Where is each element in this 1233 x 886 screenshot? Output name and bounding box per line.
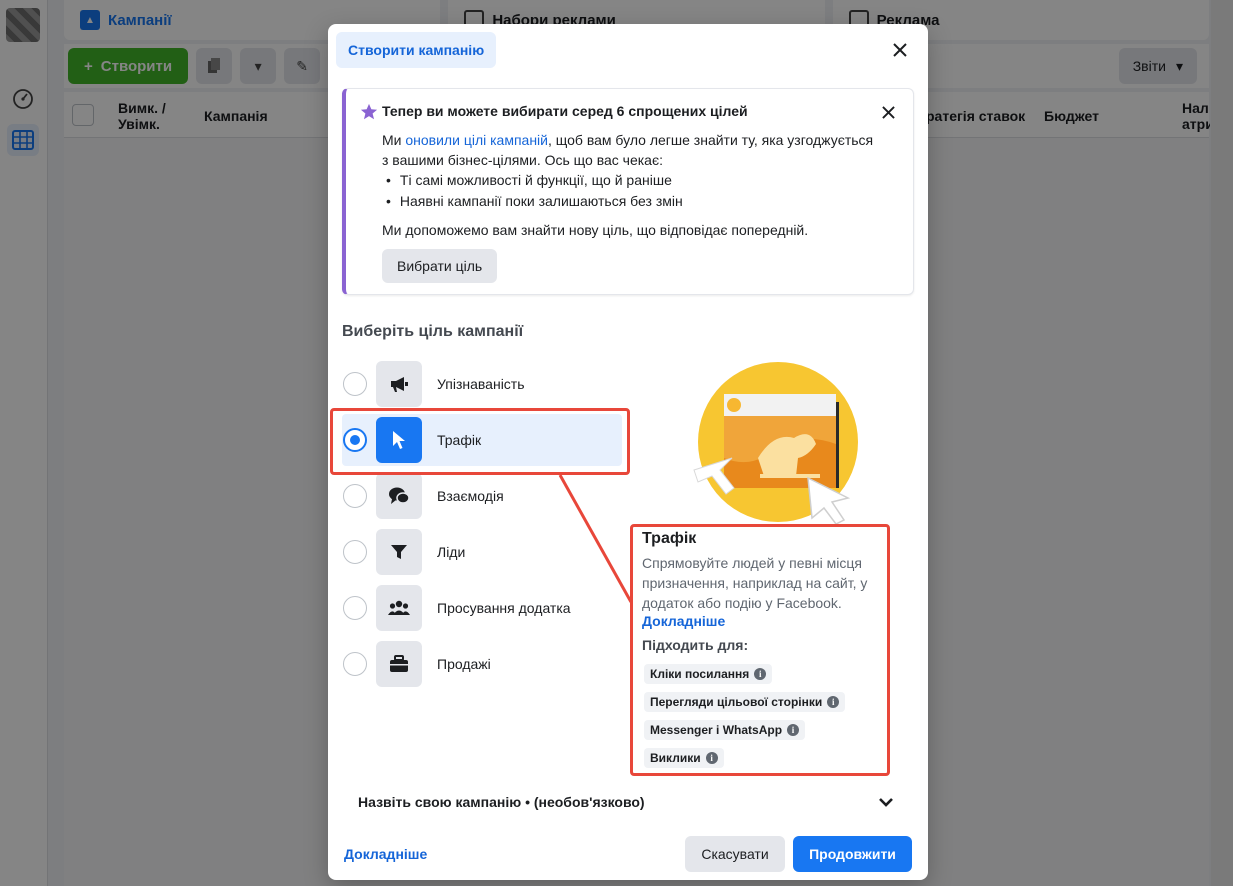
star-icon [360,103,378,120]
notice-bullet: Ті самі можливості й функції, що й раніш… [386,170,683,191]
footer-learn-more-link[interactable]: Докладніше [344,846,427,862]
close-icon [881,105,895,119]
briefcase-icon [376,641,422,687]
close-icon [893,43,907,57]
objective-label: Упізнаваність [437,376,525,392]
notice-close-button[interactable] [877,101,899,123]
objective-sales[interactable]: Продажі [342,638,622,690]
objective-leads[interactable]: Ліди [342,526,622,578]
notice-help-text: Ми допоможемо вам знайти нову ціль, що в… [382,222,809,238]
notice-title: Тепер ви можете вибирати серед 6 спрощен… [382,103,748,119]
chat-bubbles-icon [376,473,422,519]
objective-awareness[interactable]: Упізнаваність [342,358,622,410]
objective-label: Просування додатка [437,600,571,616]
create-campaign-dialog: Створити кампанію Тепер ви можете вибира… [328,24,928,880]
funnel-icon [376,529,422,575]
cancel-button[interactable]: Скасувати [685,836,785,872]
description-highlight-box [630,524,890,776]
objective-app-promotion[interactable]: Просування додатка [342,582,622,634]
updated-objectives-link[interactable]: оновили цілі кампаній [405,132,548,148]
objective-radio[interactable] [343,652,367,676]
name-campaign-toggle[interactable]: Назвіть свою кампанію • (необов'язково) [358,794,645,810]
traffic-highlight-box [330,408,630,475]
dialog-title: Створити кампанію [336,32,497,68]
notice-bullet-list: Ті самі можливості й функції, що й раніш… [386,170,683,212]
notice-bullet: Наявні кампанії поки залишаються без змі… [386,191,683,212]
chevron-down-icon[interactable] [876,792,896,812]
people-icon [376,585,422,631]
objective-label: Продажі [437,656,491,672]
notice-text: Ми оновили цілі кампаній, щоб вам було л… [382,130,882,170]
continue-button[interactable]: Продовжити [793,836,912,872]
objective-radio[interactable] [343,484,367,508]
close-dialog-button[interactable] [888,38,912,62]
traffic-illustration [693,362,858,525]
objective-radio[interactable] [343,540,367,564]
notice-text-start: Ми [382,132,406,148]
objectives-update-notice: Тепер ви можете вибирати серед 6 спрощен… [342,88,914,295]
objective-engagement[interactable]: Взаємодія [342,470,622,522]
objective-label: Ліди [437,544,466,560]
megaphone-icon [376,361,422,407]
choose-objective-button[interactable]: Вибрати ціль [382,249,498,283]
objective-radio[interactable] [343,372,367,396]
objective-radio[interactable] [343,596,367,620]
choose-objective-heading: Виберіть ціль кампанії [342,323,524,340]
objective-label: Взаємодія [437,488,504,504]
